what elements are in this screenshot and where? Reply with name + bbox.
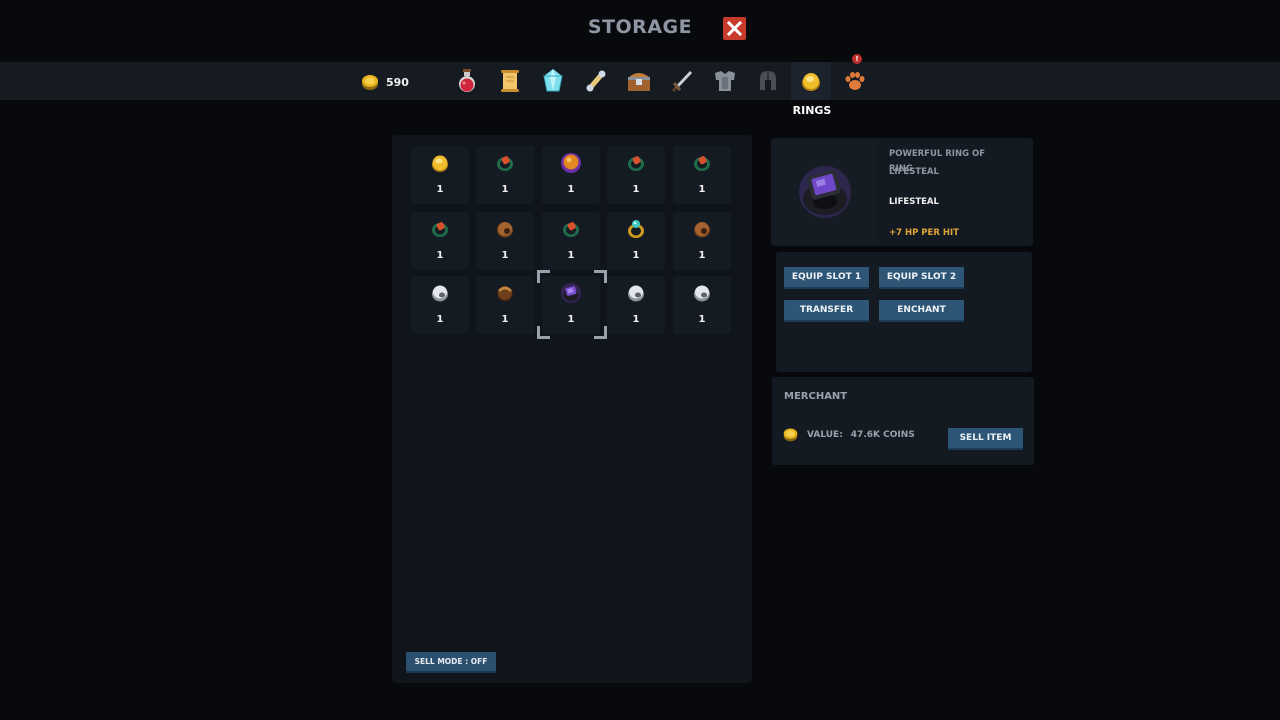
armor-icon <box>715 71 735 91</box>
potion-icon <box>459 69 475 92</box>
emerald-ring-icon <box>563 222 579 237</box>
selection-corner <box>537 326 550 339</box>
emerald-ring-icon <box>497 156 513 171</box>
coin-amount: 590 <box>386 75 409 89</box>
paw-icon <box>845 72 865 90</box>
item-stat-name: LIFESTEAL <box>889 197 939 207</box>
item-quantity: 1 <box>567 250 575 261</box>
silver-ring-icon <box>694 285 710 302</box>
crystal-icon <box>543 69 563 92</box>
item-quantity: 1 <box>698 184 706 195</box>
tab-chests[interactable] <box>619 62 659 100</box>
close-button[interactable] <box>723 17 746 40</box>
tab-weapons[interactable] <box>662 62 702 100</box>
tab-helmets[interactable] <box>748 62 788 100</box>
equip-slot-2-button[interactable]: EQUIP SLOT 2 <box>879 267 964 289</box>
item-quantity: 1 <box>632 184 640 195</box>
helmet-icon <box>760 71 776 90</box>
inventory-slot[interactable]: 1 <box>607 276 665 334</box>
item-quantity: 1 <box>632 250 640 261</box>
gold-ring-icon <box>432 155 448 172</box>
enchant-button[interactable]: ENCHANT <box>879 300 964 322</box>
chest-icon <box>628 73 650 91</box>
bronze-ring-icon <box>497 222 513 238</box>
emerald-ring-icon <box>694 156 710 171</box>
item-quantity: 1 <box>698 314 706 325</box>
item-preview <box>774 141 876 243</box>
lifesteal-ring-icon <box>799 166 851 218</box>
tab-armor[interactable] <box>705 62 745 100</box>
scroll-icon <box>501 70 519 92</box>
equip-slot-1-button[interactable]: EQUIP SLOT 1 <box>784 267 869 289</box>
inventory-slot[interactable]: 1 <box>673 212 731 270</box>
coin-icon <box>783 428 798 442</box>
inventory-slot[interactable]: 1 <box>476 146 534 204</box>
bone-icon <box>586 70 606 92</box>
selection-corner <box>594 270 607 283</box>
item-quantity: 1 <box>567 184 575 195</box>
merchant-title: MERCHANT <box>784 391 848 402</box>
ring-icon <box>802 73 820 91</box>
tab-pets[interactable] <box>835 62 875 100</box>
inventory-slot[interactable]: 1 <box>607 212 665 270</box>
item-quantity: 1 <box>567 314 575 325</box>
item-quantity: 1 <box>501 314 509 325</box>
value-row: VALUE: 47.6K COINS <box>782 426 915 443</box>
tab-scrolls[interactable] <box>490 62 530 100</box>
bronze-ring-icon <box>694 222 710 238</box>
inventory-slot[interactable]: 1 <box>476 276 534 334</box>
inventory-slot[interactable]: 1 <box>411 146 469 204</box>
item-quantity: 1 <box>436 250 444 261</box>
item-quantity: 1 <box>501 184 509 195</box>
inventory-slot[interactable]: 1 <box>673 146 731 204</box>
inventory-slot[interactable]: 1 <box>607 146 665 204</box>
inventory-slot[interactable]: 1 <box>411 212 469 270</box>
item-stat-value: +7 HP PER HIT <box>889 228 959 238</box>
close-icon <box>727 21 742 36</box>
selection-corner <box>594 326 607 339</box>
active-tab-label: RINGS <box>792 104 832 117</box>
pets-alert-badge: ! <box>852 54 862 64</box>
inventory-slot[interactable]: 1 <box>542 146 600 204</box>
inventory-slot-selected[interactable]: 1 <box>542 276 600 334</box>
item-quantity: 1 <box>698 250 706 261</box>
dark-bronze-ring-icon <box>497 286 513 302</box>
lifesteal-ring-icon <box>561 283 581 303</box>
coin-icon <box>362 75 378 90</box>
inventory-slot[interactable]: 1 <box>673 276 731 334</box>
silver-ring-icon <box>432 285 448 302</box>
tab-potions[interactable] <box>447 62 487 100</box>
silver-ring-icon <box>628 285 644 302</box>
inventory-slot[interactable]: 1 <box>542 212 600 270</box>
emerald-ring-icon <box>432 222 448 237</box>
sell-item-button[interactable]: SELL ITEM <box>948 428 1023 450</box>
sell-mode-toggle[interactable]: SELL MODE : OFF <box>406 652 496 673</box>
selection-corner <box>537 270 550 283</box>
amber-orb-ring-icon <box>561 153 581 173</box>
page-title: STORAGE <box>587 16 693 38</box>
inventory-slot[interactable]: 1 <box>476 212 534 270</box>
item-quantity: 1 <box>632 314 640 325</box>
value-label: VALUE: <box>807 429 843 440</box>
coin-counter: 590 <box>360 70 409 94</box>
item-quantity: 1 <box>436 184 444 195</box>
sword-icon <box>671 70 693 93</box>
transfer-button[interactable]: TRANSFER <box>784 300 869 322</box>
item-name: POWERFUL RING OF LIFESTEAL <box>889 149 986 177</box>
item-quantity: 1 <box>501 250 509 261</box>
value-amount: 47.6K COINS <box>850 429 915 440</box>
emerald-ring-icon <box>628 156 644 171</box>
item-quantity: 1 <box>436 314 444 325</box>
item-type: RING <box>889 164 913 174</box>
inventory-slot[interactable]: 1 <box>411 276 469 334</box>
tab-crystals[interactable] <box>533 62 573 100</box>
sapphire-gold-ring-icon <box>628 220 644 238</box>
tab-rings[interactable] <box>791 62 831 100</box>
tab-materials[interactable] <box>576 62 616 100</box>
